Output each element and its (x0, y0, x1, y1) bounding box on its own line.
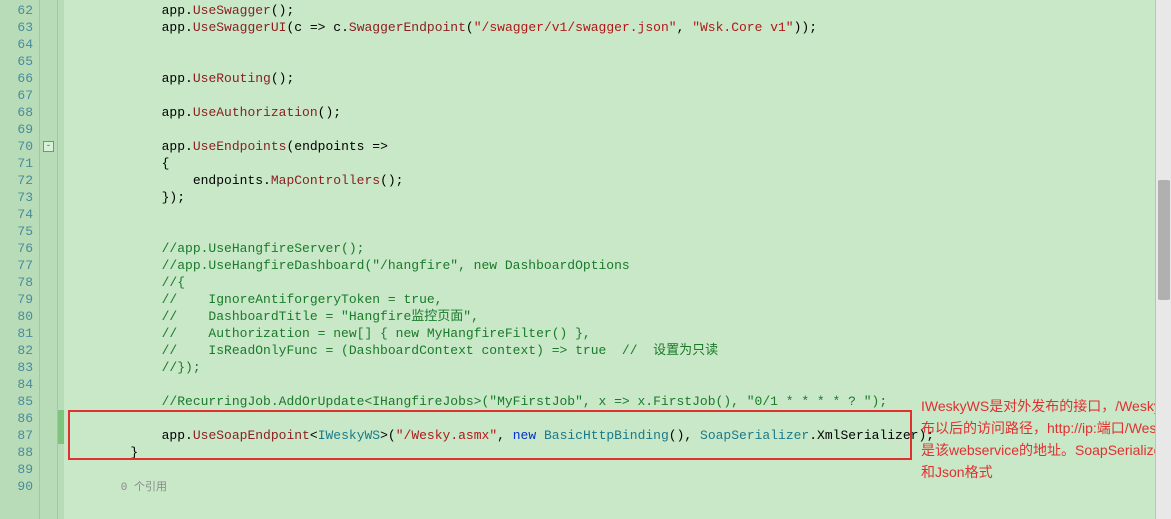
line-number: 79 (2, 291, 33, 308)
code-line[interactable]: app.UseAuthorization(); (68, 104, 1171, 121)
line-number: 86 (2, 410, 33, 427)
line-number: 71 (2, 155, 33, 172)
code-line[interactable]: //}); (68, 359, 1171, 376)
code-line[interactable]: // IgnoreAntiforgeryToken = true, (68, 291, 1171, 308)
line-number: 80 (2, 308, 33, 325)
code-line[interactable]: endpoints.MapControllers(); (68, 172, 1171, 189)
line-number: 85 (2, 393, 33, 410)
line-number-gutter: 6263646566676869707172737475767778798081… (0, 0, 40, 519)
code-line[interactable]: //app.UseHangfireDashboard("/hangfire", … (68, 257, 1171, 274)
line-number: 64 (2, 36, 33, 53)
line-number: 76 (2, 240, 33, 257)
line-number: 78 (2, 274, 33, 291)
line-number: 75 (2, 223, 33, 240)
code-line[interactable]: // DashboardTitle = "Hangfire监控页面", (68, 308, 1171, 325)
line-number: 70 (2, 138, 33, 155)
code-line[interactable] (68, 223, 1171, 240)
code-line[interactable]: }); (68, 189, 1171, 206)
line-number: 66 (2, 70, 33, 87)
code-editor[interactable]: app.UseSwagger(); app.UseSwaggerUI(c => … (64, 0, 1171, 519)
fold-toggle-icon[interactable]: - (43, 141, 54, 152)
line-number: 65 (2, 53, 33, 70)
line-number: 82 (2, 342, 33, 359)
code-line[interactable] (68, 376, 1171, 393)
code-line[interactable]: //{ (68, 274, 1171, 291)
annotation-text: IWeskyWS是对外发布的接口，/Wesky.asmx是发布以后的访问路径，h… (921, 395, 1171, 483)
line-number: 69 (2, 121, 33, 138)
line-number: 77 (2, 257, 33, 274)
code-line[interactable] (68, 53, 1171, 70)
line-number: 89 (2, 461, 33, 478)
line-number: 87 (2, 427, 33, 444)
code-line[interactable]: // IsReadOnlyFunc = (DashboardContext co… (68, 342, 1171, 359)
fold-gutter: - (40, 0, 58, 519)
code-line[interactable]: app.UseSwagger(); (68, 2, 1171, 19)
code-line[interactable]: // Authorization = new[] { new MyHangfir… (68, 325, 1171, 342)
code-line[interactable]: app.UseSwaggerUI(c => c.SwaggerEndpoint(… (68, 19, 1171, 36)
line-number: 63 (2, 19, 33, 36)
line-number: 90 (2, 478, 33, 495)
code-line[interactable] (68, 206, 1171, 223)
vertical-scrollbar[interactable] (1155, 0, 1171, 519)
code-line[interactable] (68, 87, 1171, 104)
code-line[interactable]: //app.UseHangfireServer(); (68, 240, 1171, 257)
line-number: 62 (2, 2, 33, 19)
line-number: 67 (2, 87, 33, 104)
line-number: 84 (2, 376, 33, 393)
line-number: 68 (2, 104, 33, 121)
line-number: 81 (2, 325, 33, 342)
line-number: 72 (2, 172, 33, 189)
line-number: 74 (2, 206, 33, 223)
line-number: 88 (2, 444, 33, 461)
line-number: 83 (2, 359, 33, 376)
line-number: 73 (2, 189, 33, 206)
code-line[interactable]: { (68, 155, 1171, 172)
code-line[interactable] (68, 121, 1171, 138)
code-line[interactable]: app.UseEndpoints(endpoints => (68, 138, 1171, 155)
scrollbar-thumb[interactable] (1158, 180, 1170, 300)
code-line[interactable]: app.UseRouting(); (68, 70, 1171, 87)
codelens-reference[interactable]: 0 个引用 (68, 482, 167, 494)
code-line[interactable] (68, 36, 1171, 53)
